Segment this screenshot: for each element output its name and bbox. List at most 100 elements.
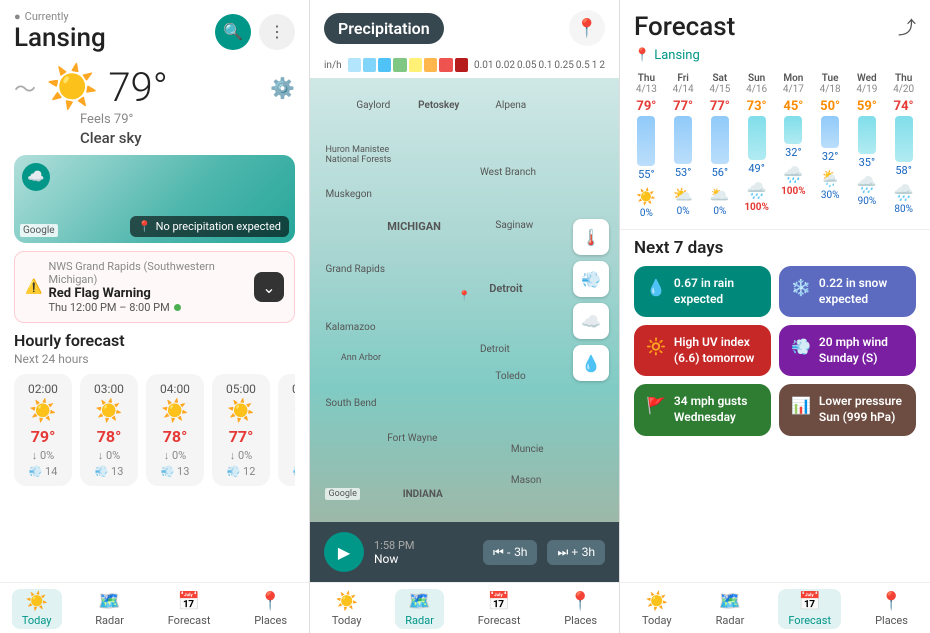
wave-icon: 〜 bbox=[14, 72, 36, 104]
nav-radar-label-right: Radar bbox=[716, 614, 745, 627]
sun-icon: ☀️ bbox=[46, 63, 98, 112]
fc-precip-1: 0% bbox=[677, 206, 690, 217]
wind-control[interactable]: 💨 bbox=[573, 261, 609, 297]
temperature-control[interactable]: 🌡️ bbox=[573, 219, 609, 255]
forecast-day-5[interactable]: Tue 4/18 50° 32° 🌦️ 30% bbox=[812, 71, 849, 221]
more-button[interactable]: ⋮ bbox=[259, 14, 295, 50]
left-panel: ● Currently Lansing 🔍 ⋮ 〜 ☀️ 79° ⚙️ Feel… bbox=[0, 0, 310, 633]
map-label-muncie: Muncie bbox=[511, 444, 544, 455]
nav-radar[interactable]: 🗺️ Radar bbox=[85, 589, 134, 629]
nav-radar-right[interactable]: 🗺️ Radar bbox=[706, 589, 755, 629]
cloud-control[interactable]: ☁️ bbox=[573, 303, 609, 339]
map-label-indiana: INDIANA bbox=[403, 489, 443, 500]
fc-icon-4: 🌧️ bbox=[783, 165, 803, 184]
forecast-day-1[interactable]: Fri 4/14 77° 53° ⛅ 0% bbox=[665, 71, 702, 221]
left-header: ● Currently Lansing 🔍 ⋮ bbox=[0, 0, 309, 59]
fc-date-5: 4/18 bbox=[820, 84, 841, 95]
forecast-day-4[interactable]: Mon 4/17 45° 32° 🌧️ 100% bbox=[775, 71, 812, 221]
map-label-michigan: MICHIGAN bbox=[387, 220, 441, 233]
share-button[interactable]: ⤴ bbox=[898, 14, 916, 40]
hourly-wind: 💨 12 bbox=[227, 465, 256, 478]
nav-forecast-mid[interactable]: 📅 Forecast bbox=[468, 589, 531, 629]
fc-date-2: 4/15 bbox=[709, 84, 730, 95]
nav-forecast-label-right: Forecast bbox=[788, 614, 831, 627]
forecast-day-3[interactable]: Sun 4/16 73° 49° 🌧️ 100% bbox=[738, 71, 775, 221]
forecast-icon-mid: 📅 bbox=[488, 591, 510, 612]
alert-title: Red Flag Warning bbox=[48, 286, 254, 301]
forward-button[interactable]: ⏭ + 3h bbox=[547, 540, 605, 565]
hourly-precip: ↓ 0% bbox=[164, 449, 186, 462]
hourly-card-1[interactable]: 03:00 ☀️ 78° ↓ 0% 💨 13 bbox=[80, 374, 138, 486]
fc-bar-3 bbox=[748, 116, 766, 160]
fc-low-7: 58° bbox=[895, 164, 911, 177]
right-header: Forecast ⤴ bbox=[620, 0, 930, 46]
fc-date-3: 4/16 bbox=[746, 84, 767, 95]
forecast-day-2[interactable]: Sat 4/15 77° 56° 🌥️ 0% bbox=[702, 71, 739, 221]
fc-low-4: 32° bbox=[785, 146, 801, 159]
hourly-icon: ☀️ bbox=[29, 399, 56, 424]
hourly-card-0[interactable]: 02:00 ☀️ 79° ↓ 0% 💨 14 bbox=[14, 374, 72, 486]
places-icon-right: 📍 bbox=[880, 591, 902, 612]
nav-radar-mid[interactable]: 🗺️ Radar bbox=[395, 589, 444, 629]
nav-forecast-right[interactable]: 📅 Forecast bbox=[778, 589, 841, 629]
search-button[interactable]: 🔍 bbox=[215, 14, 251, 50]
dot-icon: ● bbox=[14, 10, 21, 23]
wind-icon: 💨 bbox=[791, 337, 811, 356]
fc-bar-1 bbox=[674, 116, 692, 164]
nav-today[interactable]: ☀️ Today bbox=[12, 589, 62, 629]
alert-time: Thu 12:00 PM – 8:00 PM bbox=[48, 301, 254, 314]
forecast-icon-right: 📅 bbox=[798, 591, 820, 612]
nav-today-label-mid: Today bbox=[332, 614, 362, 627]
map-area[interactable]: Petoskey Gaylord Alpena Huron ManisteeNa… bbox=[310, 78, 619, 522]
nav-places[interactable]: 📍 Places bbox=[244, 589, 297, 629]
scale-7 bbox=[455, 58, 468, 72]
nav-places-mid[interactable]: 📍 Places bbox=[554, 589, 607, 629]
hourly-section: Hourly forecast Next 24 hours 02:00 ☀️ 7… bbox=[0, 331, 309, 582]
hourly-icon: ☀️ bbox=[227, 399, 254, 424]
next7-title: Next 7 days bbox=[634, 238, 916, 258]
scale-2 bbox=[378, 58, 391, 72]
info-card-gusts[interactable]: 🚩 34 mph gusts Wednesday bbox=[634, 384, 771, 435]
scale-0 bbox=[348, 58, 361, 72]
fc-day-6: Wed bbox=[857, 73, 877, 84]
hourly-card-4[interactable]: 06:00 ⛅ 76° ↓ 0% 💨 10 bbox=[278, 374, 295, 486]
hourly-time: 05:00 bbox=[226, 382, 256, 396]
rain-control[interactable]: 💧 bbox=[573, 345, 609, 381]
info-card-wind[interactable]: 💨 20 mph wind Sunday (S) bbox=[779, 325, 916, 376]
nav-places-label-right: Places bbox=[875, 614, 908, 627]
hourly-card-2[interactable]: 04:00 ☀️ 78° ↓ 0% 💨 13 bbox=[146, 374, 204, 486]
nav-today-right[interactable]: ☀️ Today bbox=[632, 589, 682, 629]
hourly-wind: 💨 14 bbox=[29, 465, 58, 478]
play-button[interactable]: ▶ bbox=[324, 532, 364, 572]
map-label-national-forests: Huron ManisteeNational Forests bbox=[325, 145, 391, 165]
scale-val-5: 0.5 bbox=[576, 60, 590, 71]
map-controls: 🌡️ 💨 ☁️ 💧 bbox=[573, 219, 609, 381]
places-icon: 📍 bbox=[259, 591, 281, 612]
nav-places-right[interactable]: 📍 Places bbox=[865, 589, 918, 629]
nav-forecast[interactable]: 📅 Forecast bbox=[158, 589, 221, 629]
middle-bottom-nav: ☀️ Today 🗺️ Radar 📅 Forecast 📍 Places bbox=[310, 582, 619, 633]
hourly-scroll[interactable]: 02:00 ☀️ 79° ↓ 0% 💨 14 03:00 ☀️ 78° ↓ 0%… bbox=[14, 374, 295, 486]
info-card-pressure[interactable]: 📊 Lower pressure Sun (999 hPa) bbox=[779, 384, 916, 435]
nav-today-mid[interactable]: ☀️ Today bbox=[322, 589, 372, 629]
fc-date-6: 4/19 bbox=[856, 84, 877, 95]
alert-box[interactable]: ⚠️ NWS Grand Rapids (Southwestern Michig… bbox=[14, 251, 295, 323]
location-pin-button[interactable]: 📍 bbox=[569, 10, 605, 46]
forecast-day-7[interactable]: Thu 4/20 74° 58° 🌧️ 80% bbox=[885, 71, 922, 221]
hourly-card-3[interactable]: 05:00 ☀️ 77° ↓ 0% 💨 12 bbox=[212, 374, 270, 486]
info-card-snow[interactable]: ❄️ 0.22 in snow expected bbox=[779, 266, 916, 317]
forecast-day-6[interactable]: Wed 4/19 59° 35° 🌧️ 90% bbox=[849, 71, 886, 221]
forecast-title: Forecast bbox=[634, 12, 735, 42]
info-card-rain[interactable]: 💧 0.67 in rain expected bbox=[634, 266, 771, 317]
alert-expand-button[interactable]: ⌄ bbox=[254, 272, 284, 302]
info-card-uv[interactable]: 🔆 High UV index (6.6) tomorrow bbox=[634, 325, 771, 376]
forecast-day-0[interactable]: Thu 4/13 79° 55° ☀️ 0% bbox=[628, 71, 665, 221]
fc-precip-6: 90% bbox=[858, 196, 877, 207]
fc-icon-3: 🌧️ bbox=[747, 181, 767, 200]
nav-today-label-right: Today bbox=[642, 614, 672, 627]
map-thumbnail[interactable]: ☁️ Google 📍 No precipitation expected bbox=[14, 155, 295, 243]
settings-icon[interactable]: ⚙️ bbox=[270, 76, 295, 100]
hourly-temp: 78° bbox=[163, 427, 188, 446]
rewind-button[interactable]: ⏮ - 3h bbox=[483, 540, 538, 565]
fc-high-5: 50° bbox=[820, 99, 840, 114]
